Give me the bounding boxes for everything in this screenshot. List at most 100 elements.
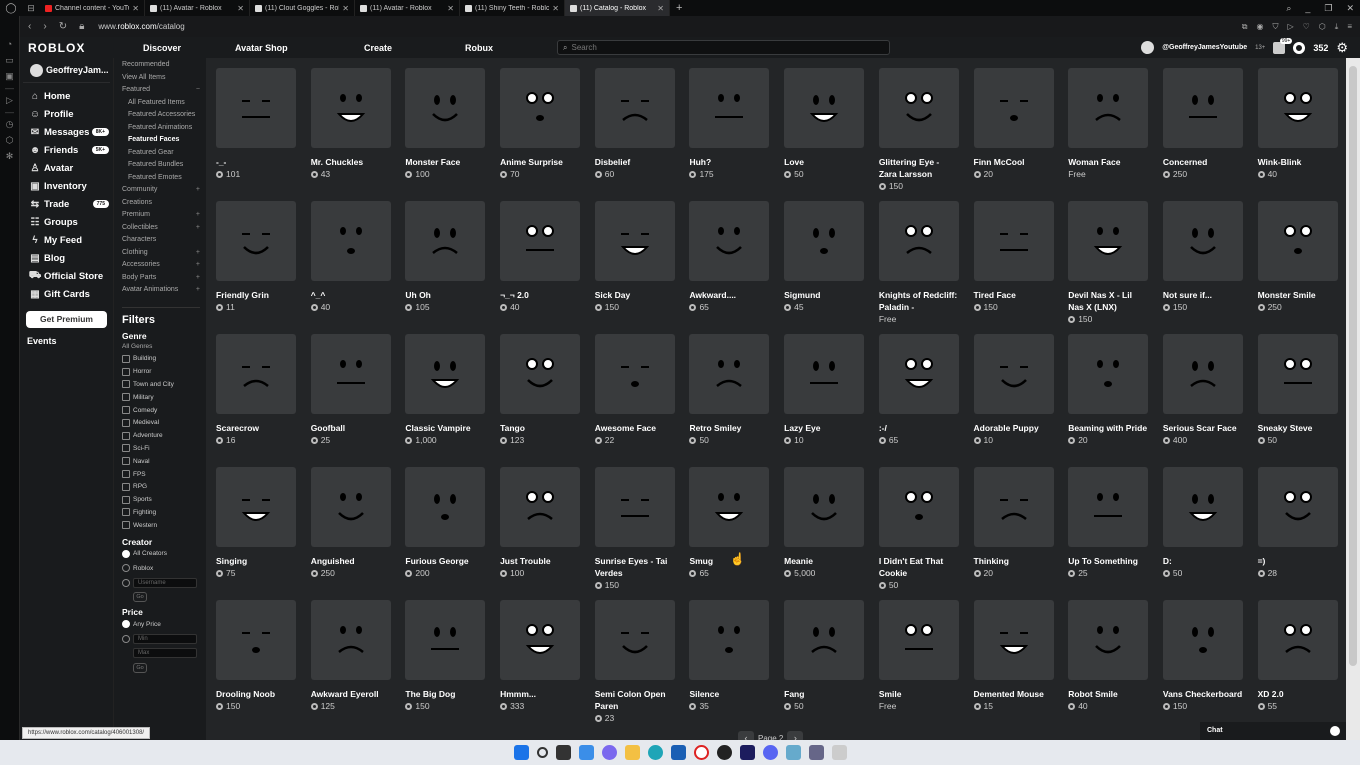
catalog-item[interactable]: =) 28 bbox=[1257, 467, 1338, 600]
url-field[interactable]: www.roblox.com/catalog bbox=[98, 22, 184, 31]
item-thumbnail[interactable] bbox=[784, 201, 865, 281]
item-thumbnail[interactable] bbox=[594, 467, 675, 547]
item-name[interactable]: Uh Oh bbox=[405, 289, 485, 301]
catalog-item[interactable]: Mr. Chuckles 43 bbox=[310, 68, 391, 201]
cube-icon[interactable]: ⬡ bbox=[1319, 22, 1326, 32]
search-tabs-icon[interactable]: ⌕ bbox=[1286, 3, 1291, 14]
item-thumbnail[interactable] bbox=[878, 201, 959, 281]
catalog-item[interactable]: Up To Something 25 bbox=[1068, 467, 1149, 600]
item-name[interactable]: Smile bbox=[879, 688, 959, 700]
item-thumbnail[interactable] bbox=[1068, 201, 1149, 281]
username-input[interactable]: Username bbox=[133, 577, 197, 588]
item-name[interactable]: Lazy Eye bbox=[784, 422, 864, 434]
item-thumbnail[interactable] bbox=[973, 600, 1054, 680]
store-icon[interactable] bbox=[670, 745, 686, 760]
task-view-icon[interactable] bbox=[555, 745, 571, 760]
item-thumbnail[interactable] bbox=[1257, 201, 1338, 281]
robux-icon[interactable] bbox=[1293, 41, 1306, 54]
item-thumbnail[interactable] bbox=[500, 600, 581, 680]
category-featured-accessories[interactable]: Featured Accessories bbox=[122, 109, 206, 122]
catalog-item[interactable]: Silence 35 bbox=[689, 600, 770, 733]
category-creations[interactable]: Creations bbox=[122, 197, 206, 210]
item-thumbnail[interactable] bbox=[878, 68, 959, 148]
item-thumbnail[interactable] bbox=[1068, 600, 1149, 680]
category-premium[interactable]: Premium + bbox=[122, 209, 206, 222]
genre-checkbox-fighting[interactable]: Fighting bbox=[122, 506, 206, 519]
menu-icon[interactable]: ≡ bbox=[1347, 22, 1352, 32]
catalog-item[interactable]: Demented Mouse 15 bbox=[973, 600, 1054, 733]
edge-icon[interactable] bbox=[647, 745, 663, 760]
close-tab-icon[interactable]: ✕ bbox=[552, 4, 559, 13]
item-thumbnail[interactable] bbox=[689, 600, 770, 680]
browser-tab[interactable]: (11) Avatar - Roblox ✕ bbox=[145, 0, 250, 16]
genre-checkbox-adventure[interactable]: Adventure bbox=[122, 429, 206, 442]
item-thumbnail[interactable] bbox=[405, 68, 486, 148]
catalog-item[interactable]: Beaming with Pride 20 bbox=[1068, 334, 1149, 467]
calculator-icon[interactable] bbox=[808, 745, 824, 760]
item-thumbnail[interactable] bbox=[1257, 600, 1338, 680]
item-thumbnail[interactable] bbox=[784, 600, 865, 680]
item-name[interactable]: Mr. Chuckles bbox=[311, 156, 391, 168]
genre-checkbox-building[interactable]: Building bbox=[122, 353, 206, 366]
scrollbar-thumb[interactable] bbox=[1349, 66, 1357, 666]
item-name[interactable]: Sigmund bbox=[784, 289, 864, 301]
item-thumbnail[interactable] bbox=[594, 68, 675, 148]
catalog-item[interactable]: Smile Free bbox=[878, 600, 959, 733]
category-featured-animations[interactable]: Featured Animations bbox=[122, 122, 206, 135]
item-thumbnail[interactable] bbox=[784, 334, 865, 414]
item-name[interactable]: :-/ bbox=[879, 422, 959, 434]
item-name[interactable]: Adorable Puppy bbox=[974, 422, 1054, 434]
item-thumbnail[interactable] bbox=[405, 467, 486, 547]
item-thumbnail[interactable] bbox=[500, 68, 581, 148]
catalog-item[interactable]: Huh? 175 bbox=[689, 68, 770, 201]
page-scrollbar[interactable] bbox=[1346, 58, 1360, 740]
price-range-radio[interactable]: Min bbox=[122, 632, 206, 647]
nav-discover[interactable]: Discover bbox=[143, 43, 235, 53]
item-name[interactable]: Finn McCool bbox=[974, 156, 1054, 168]
catalog-item[interactable]: ¬_¬ 2.0 40 bbox=[500, 201, 581, 334]
catalog-item[interactable]: Awkward Eyeroll 125 bbox=[310, 600, 391, 733]
item-name[interactable]: Demented Mouse bbox=[974, 688, 1054, 700]
item-thumbnail[interactable] bbox=[1068, 334, 1149, 414]
item-thumbnail[interactable] bbox=[1257, 334, 1338, 414]
catalog-item[interactable]: Classic Vampire 1,000 bbox=[405, 334, 486, 467]
catalog-item[interactable]: Concerned 250 bbox=[1162, 68, 1243, 201]
nav-item-friends[interactable]: ☻ Friends 5K+ bbox=[20, 141, 113, 159]
catalog-item[interactable]: Woman Face Free bbox=[1068, 68, 1149, 201]
catalog-item[interactable]: Uh Oh 105 bbox=[405, 201, 486, 334]
browser-tab[interactable]: (11) Shiny Teeth - Roblox ✕ bbox=[460, 0, 565, 16]
catalog-item[interactable]: Monster Smile 250 bbox=[1257, 201, 1338, 334]
opera-icon[interactable] bbox=[693, 745, 709, 760]
item-name[interactable]: -_- bbox=[216, 156, 296, 168]
catalog-item[interactable]: Scarecrow 16 bbox=[216, 334, 296, 467]
item-thumbnail[interactable] bbox=[405, 334, 486, 414]
genre-checkbox-rpg[interactable]: RPG bbox=[122, 480, 206, 493]
genre-checkbox-horror[interactable]: Horror bbox=[122, 365, 206, 378]
item-name[interactable]: Sunrise Eyes - Tai Verdes bbox=[595, 555, 675, 579]
catalog-item[interactable]: Goofball 25 bbox=[310, 334, 391, 467]
all-creators-radio[interactable]: All Creators bbox=[122, 547, 206, 562]
close-window-button[interactable]: ✕ bbox=[1346, 3, 1354, 14]
item-name[interactable]: Tango bbox=[500, 422, 580, 434]
expand-toggle-icon[interactable]: + bbox=[196, 247, 200, 260]
item-thumbnail[interactable] bbox=[310, 467, 391, 547]
item-thumbnail[interactable] bbox=[310, 201, 391, 281]
events-link[interactable]: Events bbox=[20, 336, 113, 346]
item-name[interactable]: Anime Surprise bbox=[500, 156, 580, 168]
close-tab-icon[interactable]: ✕ bbox=[132, 4, 139, 13]
item-thumbnail[interactable] bbox=[784, 68, 865, 148]
nav-item-groups[interactable]: ☷ Groups bbox=[20, 213, 113, 231]
category-recommended[interactable]: Recommended bbox=[122, 59, 206, 72]
item-thumbnail[interactable] bbox=[1162, 68, 1243, 148]
item-name[interactable]: =) bbox=[1258, 555, 1338, 567]
user-profile-link[interactable]: GeoffreyJam... bbox=[23, 58, 110, 83]
header-username[interactable]: @GeoffreyJamesYoutube bbox=[1162, 44, 1247, 51]
item-name[interactable]: Knights of Redcliff: Paladin - bbox=[879, 289, 959, 313]
catalog-item[interactable]: Robot Smile 40 bbox=[1068, 600, 1149, 733]
item-name[interactable]: Huh? bbox=[689, 156, 769, 168]
item-name[interactable]: Singing bbox=[216, 555, 296, 567]
item-thumbnail[interactable] bbox=[1257, 68, 1338, 148]
expand-toggle-icon[interactable]: + bbox=[196, 272, 200, 285]
genre-checkbox-comedy[interactable]: Comedy bbox=[122, 404, 206, 417]
nav-create[interactable]: Create bbox=[364, 43, 465, 53]
